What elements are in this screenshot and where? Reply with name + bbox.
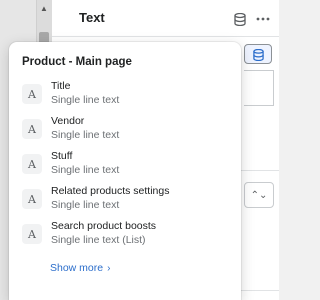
item-name: Vendor — [51, 115, 85, 127]
list-item[interactable]: A Stuff Single line text — [22, 150, 232, 184]
select-chevron-icon[interactable]: ⌃⌄ — [244, 182, 274, 208]
popover-title: Product - Main page — [22, 56, 132, 68]
item-name: Title — [51, 80, 71, 92]
text-type-icon: A — [22, 154, 42, 174]
item-type: Single line text — [51, 164, 120, 176]
dynamic-source-button[interactable] — [244, 44, 272, 64]
chevron-right-icon: › — [107, 262, 111, 274]
list-item[interactable]: A Search product boosts Single line text… — [22, 220, 232, 254]
show-more-label: Show more — [50, 262, 104, 274]
scroll-up-arrow-icon[interactable]: ▲ — [36, 0, 52, 16]
list-item[interactable]: A Title Single line text — [22, 80, 232, 114]
text-type-icon: A — [22, 119, 42, 139]
database-icon — [253, 48, 264, 66]
text-type-icon: A — [22, 189, 42, 209]
list-item[interactable]: A Related products settings Single line … — [22, 185, 232, 219]
item-name: Stuff — [51, 150, 73, 162]
item-type: Single line text — [51, 199, 120, 211]
text-field[interactable] — [244, 70, 274, 106]
show-more-link[interactable]: Show more › — [50, 262, 110, 274]
text-type-icon: A — [22, 224, 42, 244]
item-type: Single line text — [51, 129, 120, 141]
divider — [52, 36, 279, 37]
more-horizontal-icon[interactable] — [254, 10, 272, 28]
item-name: Search product boosts — [51, 220, 157, 232]
panel-title: Text — [79, 10, 105, 25]
item-type: Single line text (List) — [51, 234, 146, 246]
item-type: Single line text — [51, 94, 120, 106]
dynamic-source-popover: Product - Main page A Title Single line … — [9, 42, 241, 300]
item-name: Related products settings — [51, 185, 170, 197]
database-icon[interactable] — [231, 10, 249, 28]
text-type-icon: A — [22, 84, 42, 104]
list-item[interactable]: A Vendor Single line text — [22, 115, 232, 149]
